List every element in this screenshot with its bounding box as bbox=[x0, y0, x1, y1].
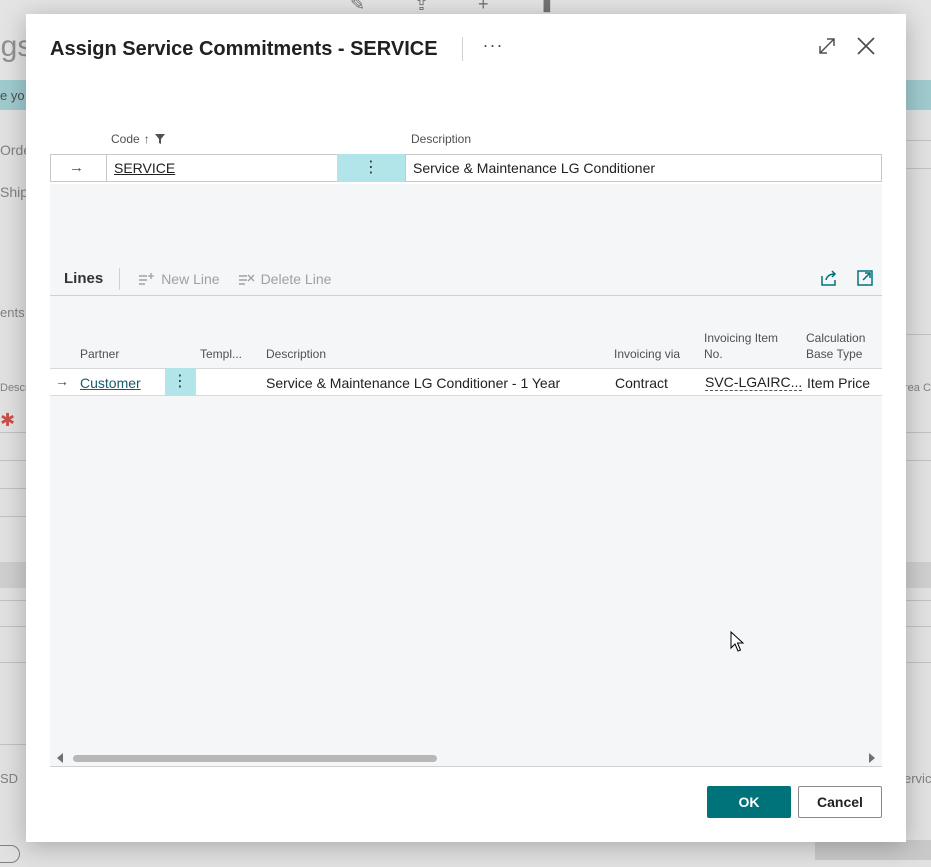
close-icon[interactable] bbox=[854, 34, 878, 58]
lines-title: Lines bbox=[64, 270, 104, 287]
delete-line-label: Delete Line bbox=[260, 270, 332, 287]
table-row[interactable]: → Customer ⋮ Service & Maintenance LG Co… bbox=[50, 368, 882, 396]
dialog-header: Assign Service Commitments - SERVICE ··· bbox=[50, 34, 882, 64]
column-header-partner[interactable]: Partner bbox=[80, 346, 119, 362]
sort-ascending-icon: ↑ bbox=[143, 132, 150, 146]
lines-grid-header: Partner Templ... Description Invoicing v… bbox=[50, 326, 882, 368]
new-line-icon bbox=[139, 272, 155, 285]
calculation-base-type-cell[interactable]: Item Price bbox=[807, 375, 870, 391]
header-grid: Code ↑ Description → SERVICE ⋮ Service &… bbox=[50, 126, 882, 182]
more-options-button[interactable]: ··· bbox=[483, 35, 504, 56]
divider bbox=[50, 766, 882, 767]
column-header-line: Invoicing Item bbox=[704, 331, 779, 345]
header-grid-row[interactable]: → SERVICE ⋮ Service & Maintenance LG Con… bbox=[50, 154, 882, 182]
row-arrow-icon: → bbox=[69, 159, 84, 176]
row-actions-button[interactable]: ⋮ bbox=[165, 368, 195, 396]
column-header-description[interactable]: Description bbox=[411, 132, 471, 146]
column-divider bbox=[195, 368, 196, 396]
header-divider bbox=[461, 37, 463, 61]
row-arrow-icon: → bbox=[55, 373, 69, 389]
assign-service-commitments-dialog: Assign Service Commitments - SERVICE ···… bbox=[26, 14, 906, 842]
column-header-line: Calculation bbox=[806, 331, 866, 345]
code-link[interactable]: SERVICE bbox=[114, 160, 175, 176]
column-header-code[interactable]: Code ↑ bbox=[111, 132, 166, 146]
delete-line-button[interactable]: Delete Line bbox=[238, 270, 332, 287]
scroll-left-icon[interactable] bbox=[57, 753, 63, 763]
scrollbar-thumb[interactable] bbox=[73, 755, 437, 762]
lines-right-actions bbox=[820, 269, 874, 287]
open-in-new-window-icon[interactable] bbox=[856, 269, 874, 287]
filter-icon bbox=[154, 134, 165, 144]
partner-link[interactable]: Customer bbox=[80, 375, 141, 391]
column-header-description[interactable]: Description bbox=[266, 346, 326, 362]
column-header-template[interactable]: Templ... bbox=[200, 346, 242, 362]
row-actions-button[interactable]: ⋮ bbox=[337, 154, 405, 182]
delete-line-icon bbox=[238, 274, 255, 285]
header-grid-columns: Code ↑ Description bbox=[50, 126, 882, 154]
new-line-label: New Line bbox=[161, 270, 220, 287]
partner-cell[interactable]: Customer bbox=[80, 375, 141, 391]
code-cell[interactable]: SERVICE bbox=[106, 154, 338, 182]
lines-actionbar: Lines New Line Delete Line bbox=[50, 262, 882, 296]
ok-button[interactable]: OK bbox=[707, 786, 791, 818]
new-line-button[interactable]: New Line bbox=[138, 270, 220, 287]
invoicing-item-no-cell[interactable]: SVC-LGAIRC... bbox=[705, 375, 803, 391]
description-cell[interactable]: Service & Maintenance LG Conditioner - 1… bbox=[266, 375, 560, 391]
column-header-calculation-base-type[interactable]: Calculation Base Type bbox=[806, 330, 865, 362]
column-header-line: Base Type bbox=[806, 347, 863, 361]
column-header-invoicing-item-no[interactable]: Invoicing Item No. bbox=[704, 330, 778, 362]
dialog-title: Assign Service Commitments - SERVICE bbox=[50, 37, 438, 60]
description-cell[interactable]: Service & Maintenance LG Conditioner bbox=[405, 154, 882, 182]
column-header-code-label: Code bbox=[111, 132, 140, 146]
scroll-right-icon[interactable] bbox=[869, 753, 875, 763]
mouse-cursor-icon bbox=[730, 631, 744, 652]
lines-divider bbox=[119, 267, 121, 290]
expand-icon[interactable] bbox=[816, 35, 838, 57]
cancel-button[interactable]: Cancel bbox=[798, 786, 882, 818]
invoicing-via-cell[interactable]: Contract bbox=[615, 375, 668, 391]
column-header-invoicing-via[interactable]: Invoicing via bbox=[614, 346, 680, 362]
share-icon[interactable] bbox=[820, 269, 838, 287]
column-header-line: No. bbox=[704, 347, 723, 361]
